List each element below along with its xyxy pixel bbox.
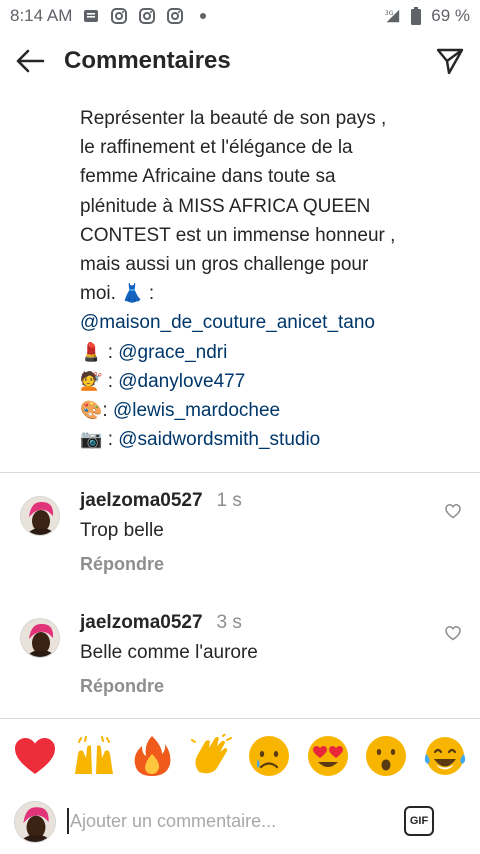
heart-eyes-reaction[interactable] (304, 732, 352, 780)
battery-icon (407, 7, 425, 25)
quick-reactions-bar (0, 728, 480, 784)
credit-line: 💇 : @danylove477 (80, 367, 460, 396)
mention-link[interactable]: @maison_de_couture_anicet_tano (80, 312, 375, 333)
credit-separator: : (102, 400, 113, 422)
heart-outline-icon[interactable] (444, 502, 462, 520)
mention-link[interactable]: @grace_ndri (118, 342, 227, 363)
credit-separator: : (143, 283, 155, 305)
comment-item: jaelzoma0527 3 s Belle comme l'aurore Rép… (0, 612, 480, 728)
instagram-icon (110, 7, 128, 25)
paper-plane-icon (436, 48, 464, 75)
page-title: Commentaires (64, 47, 231, 74)
dot-icon (194, 7, 212, 25)
astonished-face-icon (366, 736, 407, 776)
caption-text: moi. (80, 283, 116, 305)
svg-text:3G: 3G (385, 10, 394, 17)
header: Commentaires (0, 32, 480, 90)
heart-reaction[interactable] (11, 732, 59, 780)
astonished-face-reaction[interactable] (362, 732, 410, 780)
mention-link[interactable]: @lewis_mardochee (113, 400, 280, 421)
clapping-hands-reaction[interactable] (187, 732, 235, 780)
palette-emoji: 🎨 (80, 400, 103, 422)
avatar[interactable] (20, 618, 60, 658)
send-button[interactable] (422, 33, 478, 89)
instagram-icon (166, 7, 184, 25)
credit-line: 📷 : @saidwordsmith_studio (80, 425, 460, 454)
caption-line: CONTEST est un immense honneur , (80, 224, 396, 246)
caption-line: le raffinement et l'élégance de la (80, 137, 353, 159)
credit-line: @maison_de_couture_anicet_tano (80, 308, 460, 337)
back-button[interactable] (2, 33, 58, 89)
credit-line: 🎨: @lewis_mardochee (80, 396, 460, 425)
username-text[interactable]: jaelzoma0527 (80, 612, 203, 633)
comment-time: 1 s (216, 490, 242, 511)
fire-reaction[interactable] (128, 732, 176, 780)
caption-line: femme Africaine dans toute sa (80, 166, 336, 188)
post-caption: Représenter la beauté de son pays , le r… (80, 104, 460, 454)
fire-icon (134, 736, 171, 776)
divider (0, 472, 480, 473)
caption-line: plénitude à MISS AFRICA QUEEN (80, 195, 371, 217)
comment-time: 3 s (216, 612, 242, 633)
arrow-left-icon (16, 49, 45, 73)
tears-of-joy-reaction[interactable] (421, 732, 469, 780)
comment-composer: GIF (0, 796, 480, 848)
status-right: 3G 69 % (383, 6, 470, 26)
camera-emoji: 📷 (80, 429, 103, 451)
instagram-icon (138, 7, 156, 25)
comment-text: Belle comme l'aurore (80, 642, 258, 663)
credit-separator: : (102, 341, 119, 363)
mention-link[interactable]: @danylove477 (118, 371, 245, 392)
credit-line: 💄 : @grace_ndri (80, 338, 460, 367)
clapping-hands-icon (190, 734, 232, 774)
credit-separator: : (102, 370, 119, 392)
network-icon: 3G (383, 7, 401, 25)
tears-of-joy-icon (424, 737, 465, 775)
dress-emoji: 👗 (121, 283, 144, 305)
raised-hands-icon (74, 736, 113, 774)
divider (0, 718, 480, 719)
current-user-avatar (14, 801, 56, 843)
caption-line: mais aussi un gros challenge pour (80, 254, 369, 276)
comment-username[interactable]: jaelzoma0527 1 s (80, 490, 242, 512)
status-left: 8:14 AM (10, 6, 212, 26)
hairdresser-emoji: 💇 (80, 370, 103, 392)
mention-link[interactable]: @saidwordsmith_studio (118, 429, 320, 450)
caption-line: Représenter la beauté de son pays , (80, 108, 387, 129)
credit-separator: : (102, 429, 119, 451)
crying-face-reaction[interactable] (245, 732, 293, 780)
raised-hands-reaction[interactable] (70, 732, 118, 780)
username-text[interactable]: jaelzoma0527 (80, 490, 203, 511)
reply-button[interactable]: Répondre (80, 676, 164, 697)
comment-item: jaelzoma0527 1 s Trop belle Répondre (0, 490, 480, 606)
news-icon (82, 7, 100, 25)
reply-button[interactable]: Répondre (80, 554, 164, 575)
comment-input[interactable] (70, 806, 390, 836)
gif-button[interactable]: GIF (404, 806, 434, 836)
avatar[interactable] (20, 496, 60, 536)
battery-percent: 69 % (431, 6, 470, 25)
heart-eyes-icon (307, 736, 348, 776)
text-cursor (67, 808, 69, 834)
status-time: 8:14 AM (10, 6, 73, 25)
status-bar: 8:14 AM 3G 69 % (0, 0, 480, 32)
lipstick-emoji: 💄 (80, 341, 103, 363)
caption-line-last: moi. 👗 : (80, 279, 460, 308)
heart-outline-icon[interactable] (444, 624, 462, 642)
comment-text: Trop belle (80, 520, 164, 541)
comment-username[interactable]: jaelzoma0527 3 s (80, 612, 242, 634)
heart-icon (15, 738, 56, 774)
crying-face-icon (249, 736, 290, 776)
